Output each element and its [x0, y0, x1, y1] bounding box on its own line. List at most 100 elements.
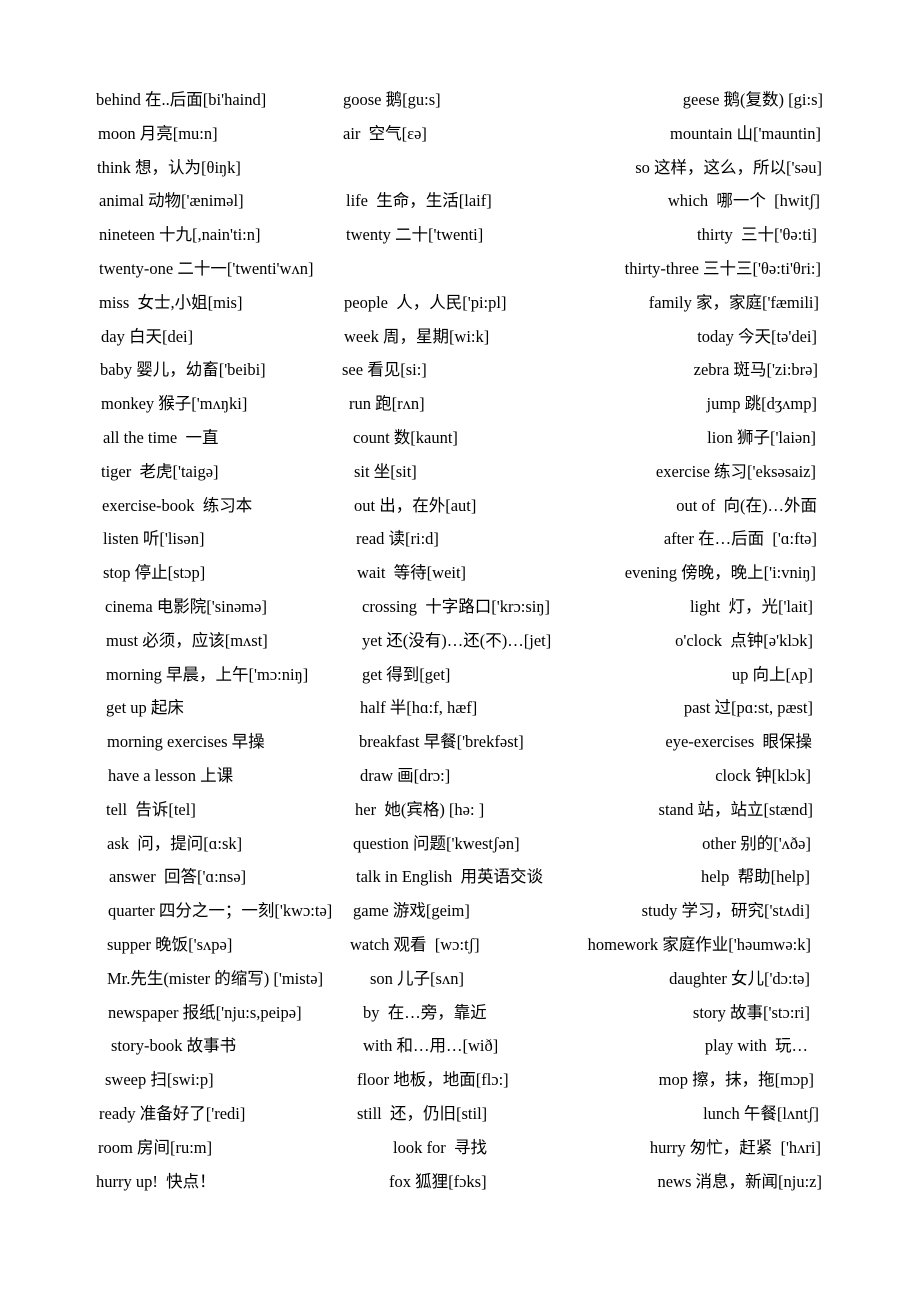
vocab-row: get up 起床 half 半[hɑ:f, hæf] past 过[pɑ:st, … — [0, 696, 920, 720]
vocab-entry-col2: week 周，星期[wi:k] — [344, 326, 490, 346]
vocab-entry-col2: wait 等待[weit] — [357, 563, 467, 583]
vocab-row: animal 动物['æniməl] life 生命，生活[laif] which … — [0, 189, 920, 213]
vocab-entry-col3: mop 擦，抹，拖[mɔp] — [658, 1070, 814, 1090]
vocab-entry-col2: still 还，仍旧[stil] — [357, 1104, 488, 1123]
document-page: behind 在..后面[bi'haind] goose 鹅[gu:s] geese… — [0, 0, 920, 1302]
vocab-entry-col3: past 过[pɑ:st, pæst] — [683, 698, 813, 718]
vocab-entry-col2: people 人，人民['pi:pl] — [344, 292, 507, 312]
vocab-entry-col1: Mr.先生(mister 的缩写) ['mistə] — [107, 968, 324, 988]
vocab-row: moon 月亮[mu:n] air 空气[εə] mountain 山['maunt… — [0, 122, 920, 146]
vocab-entry-col2: with 和…用…[wið] — [363, 1036, 499, 1056]
vocab-entry-col2: get 得到[get] — [362, 664, 451, 684]
vocab-entry-col3: play with 玩… — [704, 1036, 808, 1056]
vocab-entry-col3: eye-exercises 眼保操 — [665, 732, 812, 752]
vocab-entry-col2: count 数[kaunt] — [353, 428, 458, 447]
vocab-row: have a lesson 上课 draw 画[drɔ:] clock 钟[klɔk… — [0, 764, 920, 788]
vocab-entry-col1: baby 婴儿，幼畜['beibi] — [100, 360, 266, 380]
vocab-entry-col2: watch 观看 [wɔ:tʃ] — [350, 935, 480, 954]
vocab-entry-col2: read 读[ri:d] — [356, 529, 439, 549]
vocab-entry-col3: today 今天[tə'dei] — [697, 326, 817, 346]
vocab-entry-col2: her 她(宾格) [hə: ] — [355, 799, 485, 819]
vocab-entry-col3: which 哪一个 [hwitʃ] — [667, 191, 820, 211]
vocab-entry-col1: miss 女士,小姐[mis] — [99, 292, 243, 312]
vocab-entry-col2: floor 地板，地面[flɔ:] — [357, 1070, 509, 1090]
vocab-entry-col3: so 这样，这么，所以['səu] — [635, 157, 822, 177]
vocab-entry-col1: animal 动物['æniməl] — [99, 191, 244, 211]
vocab-entry-col1: behind 在..后面[bi'haind] — [96, 90, 267, 109]
vocab-entry-col2: fox 狐狸[fɔks] — [389, 1171, 487, 1191]
vocab-entry-col1: think 想，认为[θiŋk] — [97, 157, 241, 177]
vocab-entry-col2: game 游戏[geim] — [353, 901, 470, 921]
vocab-entry-col3: evening 傍晚，晚上['i:vniŋ] — [624, 563, 816, 583]
vocab-entry-col3: clock 钟[klɔk] — [715, 766, 811, 785]
vocab-row: sweep 扫[swi:p] floor 地板，地面[flɔ:] mop 擦，抹，拖… — [0, 1068, 920, 1092]
vocab-entry-col1: all the time 一直 — [103, 428, 219, 447]
vocab-entry-col2: out 出，在外[aut] — [354, 495, 477, 515]
vocab-entry-col1: cinema 电影院['sinəmə] — [105, 597, 267, 616]
vocab-entry-col1: morning exercises 早操 — [107, 732, 265, 752]
vocab-entry-col1: quarter 四分之一；一刻['kwɔ:tə] — [108, 901, 333, 921]
vocab-entry-col3: geese 鹅(复数) [gi:s] — [682, 90, 823, 109]
vocab-row: ready 准备好了['redi] still 还，仍旧[stil] lunch 午… — [0, 1102, 920, 1126]
vocab-entry-col1: supper 晚饭['sʌpə] — [107, 935, 233, 954]
vocab-entry-col1: exercise-book 练习本 — [102, 495, 253, 515]
vocab-entry-col3: daughter 女儿['dɔ:tə] — [669, 968, 810, 988]
vocab-entry-col3: other 别的['ʌðə] — [702, 833, 811, 853]
vocab-entry-col1: twenty-one 二十一['twenti'wʌn] — [99, 259, 314, 278]
vocab-entry-col3: lunch 午餐[lʌntʃ] — [703, 1104, 819, 1123]
vocab-entry-col2: talk in English 用英语交谈 — [356, 867, 543, 887]
vocab-entry-col1: morning 早晨，上午['mɔ:niŋ] — [106, 664, 309, 684]
vocab-entry-col3: jump 跳[dʒʌmp] — [706, 394, 817, 414]
vocab-entry-col1: ready 准备好了['redi] — [99, 1104, 246, 1123]
vocab-entry-col1: day 白天[dei] — [101, 326, 194, 346]
vocab-row: tiger 老虎['taigə] sit 坐[sit] exercise 练习['e… — [0, 460, 920, 484]
vocab-entry-col2: goose 鹅[gu:s] — [343, 90, 441, 109]
vocab-entry-col3: help 帮助[help] — [700, 867, 810, 887]
vocab-entry-col3: zebra 斑马['zi:brə] — [693, 360, 818, 380]
vocab-entry-col1: get up 起床 — [106, 698, 184, 718]
vocab-entry-col1: sweep 扫[swi:p] — [105, 1070, 214, 1090]
vocab-entry-col1: monkey 猴子['mʌŋki] — [101, 394, 248, 414]
vocab-entry-col1: tell 告诉[tel] — [106, 799, 196, 819]
vocab-entry-col1: tiger 老虎['taigə] — [101, 461, 219, 481]
vocab-entry-col2: life 生命，生活[laif] — [346, 191, 492, 211]
vocab-entry-col3: family 家，家庭['fæmili] — [648, 292, 819, 312]
vocab-entry-col2: yet 还(没有)…还(不)…[jet] — [362, 630, 552, 650]
vocab-entry-col1: nineteen 十九[,nain'ti:n] — [99, 225, 261, 245]
vocab-row: room 房间[ru:m] look for 寻找 hurry 匆忙，赶紧 ['hʌ… — [0, 1136, 920, 1160]
vocab-entry-col2: sit 坐[sit] — [354, 461, 417, 481]
vocab-row: behind 在..后面[bi'haind] goose 鹅[gu:s] geese… — [0, 88, 920, 112]
vocab-row: story-book 故事书 with 和…用…[wið] play with 玩… — [0, 1034, 920, 1058]
vocab-row: day 白天[dei] week 周，星期[wi:k] today 今天[tə'de… — [0, 325, 920, 349]
vocab-entry-col3: thirty-three 三十三['θə:ti'θri:] — [624, 259, 821, 278]
vocab-entry-col2: run 跑[rʌn] — [349, 394, 425, 414]
vocab-entry-col1: hurry up! 快点！ — [96, 1171, 216, 1191]
vocab-entry-col3: story 故事['stɔ:ri] — [692, 1002, 810, 1022]
vocab-row: monkey 猴子['mʌŋki] run 跑[rʌn] jump 跳[dʒʌmp] — [0, 392, 920, 416]
vocab-entry-col2: son 儿子[sʌn] — [370, 968, 464, 988]
vocab-row: stop 停止[stɔp] wait 等待[weit] evening 傍晚，晚上[… — [0, 561, 920, 585]
vocab-row: exercise-book 练习本 out 出，在外[aut] out of 向(在… — [0, 494, 920, 518]
vocab-entry-col2: breakfast 早餐['brekfəst] — [359, 732, 524, 752]
vocab-entry-col2: draw 画[drɔ:] — [360, 766, 451, 785]
vocab-row: think 想，认为[θiŋk] so 这样，这么，所以['səu] — [0, 156, 920, 180]
vocab-row: listen 听['lisən] read 读[ri:d] after 在…后面 [… — [0, 527, 920, 551]
vocab-entry-col3: exercise 练习['eksəsaiz] — [655, 461, 816, 481]
vocab-row: must 必须，应该[mʌst] yet 还(没有)…还(不)…[jet] o'cl… — [0, 629, 920, 653]
vocab-entry-col1: story-book 故事书 — [111, 1036, 237, 1056]
vocab-entry-col3: mountain 山['mauntin] — [670, 123, 821, 143]
vocab-entry-col2: by 在…旁，靠近 — [363, 1002, 487, 1022]
vocab-entry-col1: moon 月亮[mu:n] — [98, 123, 218, 143]
vocab-entry-col3: o'clock 点钟[ə'klɔk] — [675, 630, 813, 650]
vocab-entry-col1: room 房间[ru:m] — [98, 1137, 213, 1157]
vocab-row: morning 早晨，上午['mɔ:niŋ] get 得到[get] up 向上[ʌ… — [0, 663, 920, 687]
vocab-entry-col1: stop 停止[stɔp] — [103, 563, 206, 583]
vocab-row: baby 婴儿，幼畜['beibi] see 看见[si:] zebra 斑马['z… — [0, 358, 920, 382]
vocab-entry-col3: out of 向(在)…外面 — [676, 495, 817, 515]
vocab-entry-col2: half 半[hɑ:f, hæf] — [360, 698, 478, 718]
vocab-entry-col3: hurry 匆忙，赶紧 ['hʌri] — [649, 1137, 821, 1157]
vocab-entry-col2: crossing 十字路口['krɔ:siŋ] — [362, 597, 551, 616]
vocab-entry-col2: look for 寻找 — [393, 1137, 487, 1157]
vocab-entry-col3: thirty 三十['θə:ti] — [697, 225, 817, 245]
vocab-entry-col3: up 向上[ʌp] — [731, 664, 813, 684]
